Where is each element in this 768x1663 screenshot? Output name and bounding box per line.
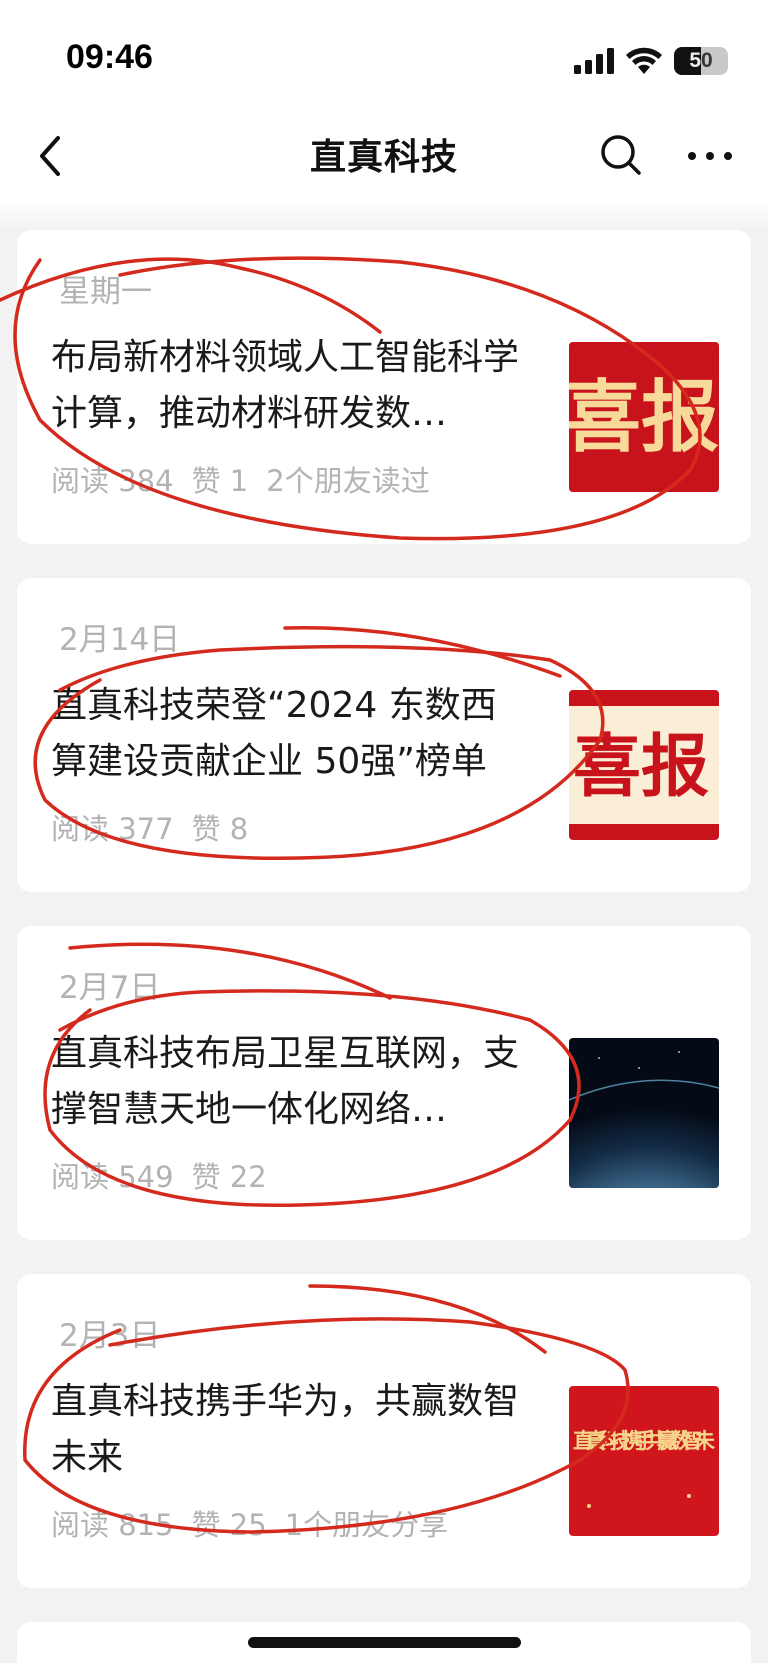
like-count: 赞 8 (191, 812, 249, 846)
article-card[interactable]: 2月7日 直真科技布局卫星互联网，支撑智慧天地一体化网络… 阅读 549 赞 22 (17, 926, 751, 1240)
battery-level: 50 (689, 49, 713, 72)
like-count: 赞 22 (191, 1160, 267, 1194)
article-date: 2月14日 (59, 622, 181, 658)
signal-icon (574, 48, 614, 74)
like-count: 赞 1 (191, 464, 249, 498)
friends-note: 2个朋友读过 (266, 464, 430, 498)
battery-icon: 50 (674, 47, 728, 75)
article-title[interactable]: 直真科技布局卫星互联网，支撑智慧天地一体化网络… (51, 1026, 521, 1138)
article-meta: 阅读 384 赞 1 2个朋友读过 (51, 458, 448, 500)
article-meta: 阅读 377 赞 8 (51, 806, 266, 848)
home-indicator[interactable] (248, 1637, 521, 1648)
article-title[interactable]: 直真科技荣登“2024 东数西算建设贡献企业 50强”榜单 (51, 678, 521, 790)
article-meta: 阅读 815 赞 25 1个朋友分享 (51, 1502, 466, 1544)
status-time: 09:46 (66, 38, 153, 76)
thumb-text: 喜报 (573, 727, 709, 807)
more-icon[interactable] (680, 128, 740, 182)
article-thumbnail[interactable]: 喜报 (569, 342, 719, 492)
wifi-icon (626, 47, 662, 74)
article-card[interactable]: 星期一 布局新材料领域人工智能科学计算，推动材料研发数… 阅读 384 赞 1 2个… (17, 230, 751, 544)
read-count: 阅读 549 (51, 1160, 174, 1194)
article-card[interactable]: 2月14日 直真科技荣登“2024 东数西算建设贡献企业 50强”榜单 阅读 3… (17, 578, 751, 892)
read-count: 阅读 377 (51, 812, 174, 846)
article-title[interactable]: 直真科技携手华为，共赢数智未来 (51, 1374, 521, 1486)
system-icons: 50 (574, 44, 728, 78)
article-card[interactable]: 2月3日 直真科技携手华为，共赢数智未来 阅读 815 赞 25 1个朋友分享 直真… (17, 1274, 751, 1588)
thumb-text: 直真科技携手 共赢数智未 (573, 1428, 715, 1453)
nav-bar: 直真科技 (0, 110, 768, 200)
nav-shadow (0, 200, 768, 230)
article-thumbnail[interactable] (569, 1038, 719, 1188)
page-title: 直真科技 (309, 137, 458, 178)
article-date: 星期一 (59, 274, 152, 310)
article-date: 2月3日 (59, 1318, 161, 1354)
thumb-text: 喜报 (569, 372, 719, 463)
status-bar: 09:46 50 (0, 0, 768, 110)
read-count: 阅读 815 (51, 1508, 174, 1542)
article-thumbnail[interactable]: 直真科技携手 共赢数智未 (569, 1386, 719, 1536)
article-meta: 阅读 549 赞 22 (51, 1154, 285, 1196)
friends-note: 1个朋友分享 (284, 1508, 449, 1542)
read-count: 阅读 384 (51, 464, 174, 498)
article-date: 2月7日 (59, 970, 161, 1006)
article-title[interactable]: 布局新材料领域人工智能科学计算，推动材料研发数… (51, 330, 521, 442)
search-icon[interactable] (594, 128, 648, 182)
like-count: 赞 25 (191, 1508, 267, 1542)
article-thumbnail[interactable]: 喜报 (569, 690, 719, 840)
